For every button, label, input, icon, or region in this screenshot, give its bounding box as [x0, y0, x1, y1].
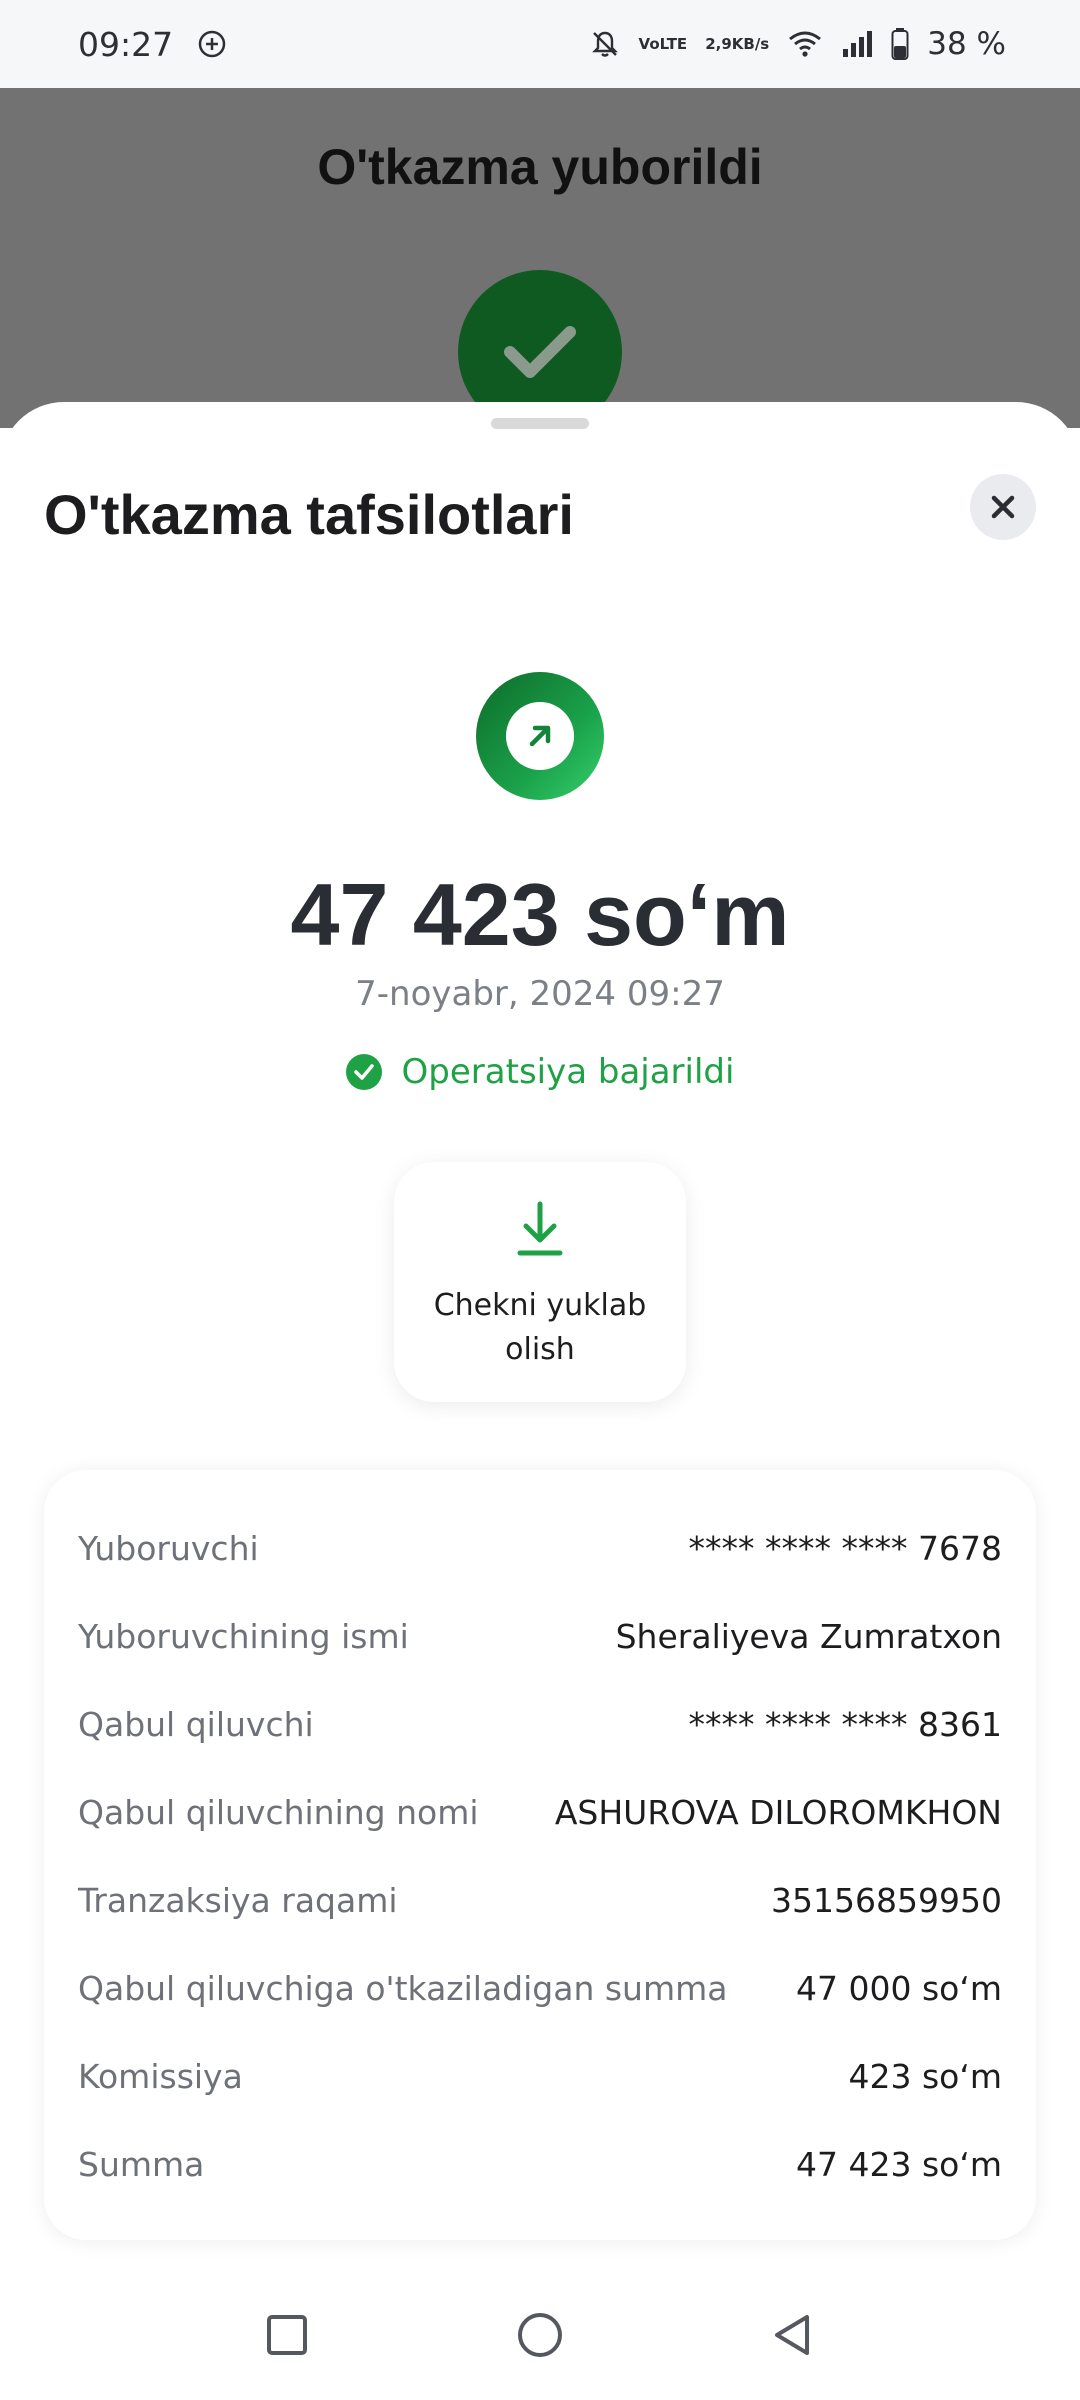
signal-icon	[841, 29, 873, 59]
recent-apps-button[interactable]	[257, 2305, 317, 2365]
transfer-amount: 47 423 so‘m	[290, 865, 790, 964]
detail-row-total: Summa 47 423 so‘m	[78, 2120, 1002, 2208]
download-icon	[516, 1200, 564, 1262]
detail-row-transaction-id: Tranzaksiya raqami 35156859950	[78, 1856, 1002, 1944]
transfer-badge	[476, 672, 604, 800]
detail-label: Tranzaksiya raqami	[78, 1880, 398, 1920]
network-speed-value: 2,9	[705, 35, 732, 53]
status-left: 09:27	[78, 25, 227, 64]
screen: 09:27 VoLTE 2,9 KB/s 38 % O'tkazma yubor…	[0, 0, 1080, 2400]
operation-status-text: Operatsiya bajarildi	[401, 1052, 735, 1092]
background-overlay[interactable]: O'tkazma yuborildi	[0, 88, 1080, 434]
detail-label: Yuboruvchining ismi	[78, 1616, 409, 1656]
detail-row-receiver-card: Qabul qiluvchi **** **** **** 8361	[78, 1680, 1002, 1768]
plus-circle-icon	[197, 29, 227, 59]
download-label-line2: olish	[505, 1332, 575, 1367]
circle-icon	[517, 2313, 562, 2357]
detail-label: Komissiya	[78, 2056, 243, 2096]
operation-status: Operatsiya bajarildi	[0, 1052, 1080, 1092]
close-button[interactable]	[970, 474, 1036, 540]
back-button[interactable]	[763, 2305, 823, 2365]
download-receipt-button[interactable]: Chekni yuklab olish	[394, 1162, 686, 1402]
detail-value: 35156859950	[771, 1880, 1002, 1920]
detail-value: 47 423 so‘m	[796, 2144, 1002, 2184]
square-icon	[266, 2315, 307, 2355]
detail-label: Summa	[78, 2144, 205, 2184]
network-speed: 2,9 KB/s	[705, 36, 769, 52]
sheet-drag-handle[interactable]	[491, 418, 589, 429]
detail-value: 47 000 so‘m	[796, 1968, 1002, 2008]
wifi-icon	[787, 29, 823, 59]
transfer-datetime: 7-noyabr, 2024 09:27	[355, 974, 725, 1014]
check-circle-icon	[345, 1054, 382, 1090]
download-label-line1: Chekni yuklab	[433, 1288, 647, 1323]
home-button[interactable]	[510, 2305, 570, 2365]
detail-value: **** **** **** 8361	[688, 1704, 1002, 1744]
navigation-bar	[0, 2270, 1080, 2400]
background-title: O'tkazma yuborildi	[317, 139, 763, 195]
sheet-title: O'tkazma tafsilotlari	[44, 483, 574, 546]
volte-icon: VoLTE	[638, 35, 688, 53]
battery-percent: 38 %	[927, 26, 1006, 62]
detail-row-receiver-amount: Qabul qiluvchiga o'tkaziladigan summa 47…	[78, 1944, 1002, 2032]
detail-value: 423 so‘m	[848, 2056, 1003, 2096]
network-speed-unit: KB/s	[731, 35, 770, 53]
detail-label: Qabul qiluvchining nomi	[78, 1792, 479, 1832]
detail-value: Sheraliyeva Zumratxon	[615, 1616, 1002, 1656]
detail-row-sender-name: Yuboruvchining ismi Sheraliyeva Zumratxo…	[78, 1592, 1002, 1680]
triangle-back-icon	[775, 2315, 810, 2355]
detail-label: Qabul qiluvchi	[78, 1704, 314, 1744]
download-receipt-label: Chekni yuklab olish	[434, 1284, 647, 1372]
arrow-up-right-icon	[506, 702, 574, 770]
details-sheet: O'tkazma tafsilotlari 47 423 so‘m 7-noya…	[0, 402, 1080, 2400]
detail-row-commission: Komissiya 423 so‘m	[78, 2032, 1002, 2120]
status-right: VoLTE 2,9 KB/s 38 %	[589, 26, 1006, 62]
detail-label: Qabul qiluvchiga o'tkaziladigan summa	[78, 1968, 728, 2008]
bell-off-icon	[589, 28, 621, 60]
detail-row-sender-card: Yuboruvchi **** **** **** 7678	[78, 1504, 1002, 1592]
detail-value: **** **** **** 7678	[688, 1528, 1002, 1568]
status-bar: 09:27 VoLTE 2,9 KB/s 38 %	[0, 0, 1080, 88]
close-icon	[991, 495, 1015, 519]
transaction-details-card: Yuboruvchi **** **** **** 7678 Yuboruvch…	[44, 1470, 1036, 2240]
battery-icon	[891, 28, 909, 60]
detail-value: ASHUROVA DILOROMKHON	[554, 1792, 1002, 1832]
status-time: 09:27	[78, 24, 174, 64]
detail-row-receiver-name: Qabul qiluvchining nomi ASHUROVA DILOROM…	[78, 1768, 1002, 1856]
detail-label: Yuboruvchi	[78, 1528, 259, 1568]
